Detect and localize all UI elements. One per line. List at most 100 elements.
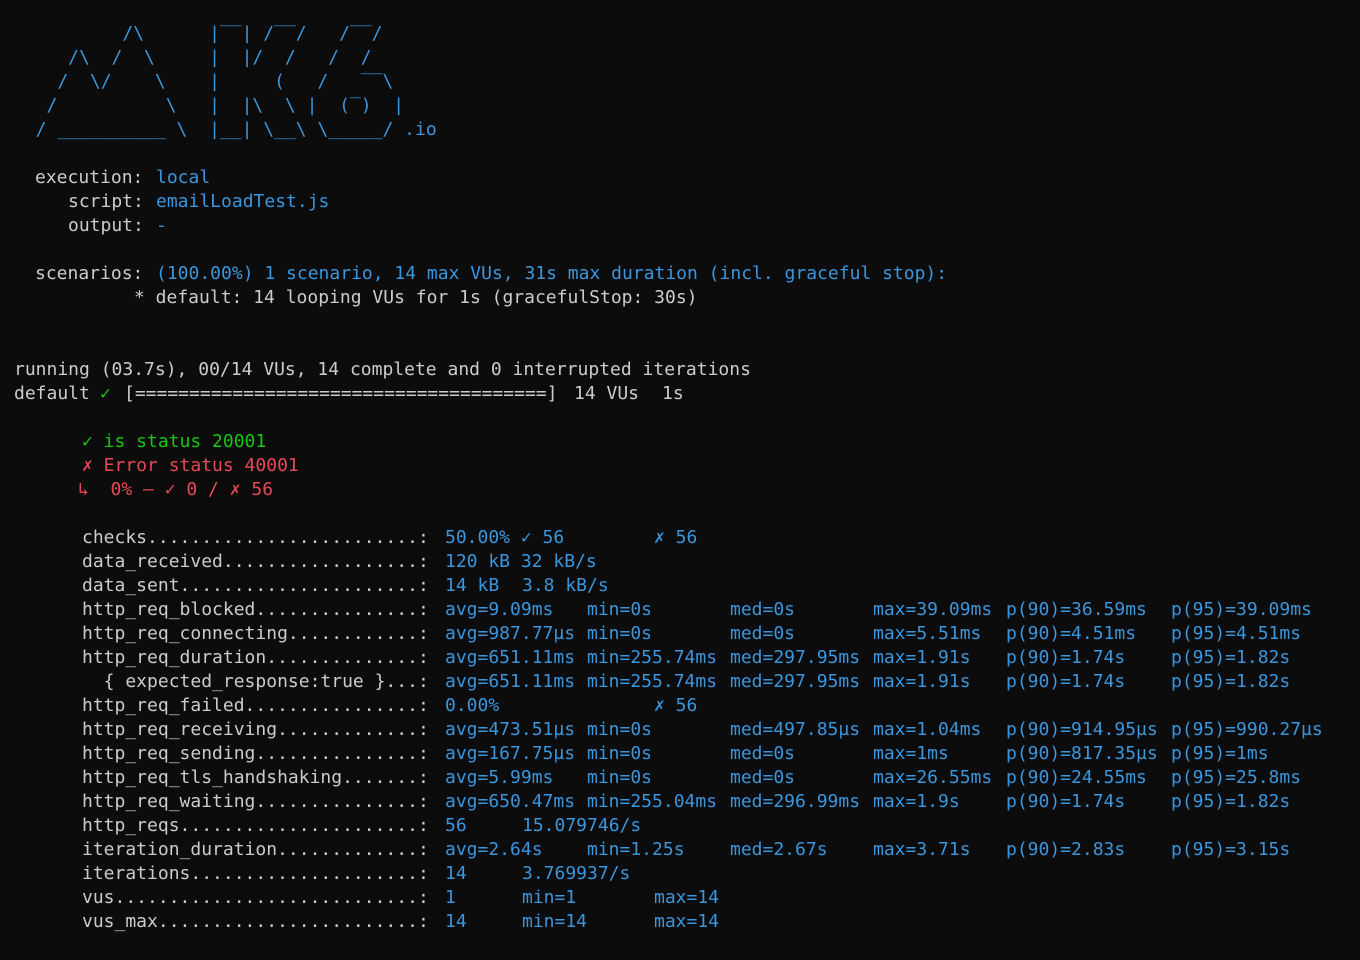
metric-value: p(90)=817.35µs xyxy=(1006,743,1158,764)
metric-value: min=0s xyxy=(587,623,653,644)
metric-value: 50.00% ✓ 56 xyxy=(445,527,565,548)
metric-value: avg=2.64s xyxy=(445,839,543,860)
metric-value: max=5.51ms xyxy=(873,623,982,644)
metric-value: min=0s xyxy=(587,743,653,764)
metric-name: { expected_response:true }...: xyxy=(82,671,429,692)
metric-value: p(95)=1.82s xyxy=(1171,647,1291,668)
metric-name: data_received..................: xyxy=(82,551,429,572)
metric-name: http_req_tls_handshaking.......: xyxy=(82,767,429,788)
metric-value: min=255.74ms xyxy=(587,671,718,692)
metric-name: checks.........................: xyxy=(82,527,429,548)
metric-value: 120 kB 32 kB/s xyxy=(445,551,597,572)
metric-value: p(90)=2.83s xyxy=(1006,839,1126,860)
metric-value: p(95)=1.82s xyxy=(1171,791,1291,812)
metric-value: p(95)=1ms xyxy=(1171,743,1269,764)
metric-value: max=1ms xyxy=(873,743,949,764)
k6-logo-suffix: .io xyxy=(404,119,437,140)
output-value: - xyxy=(156,215,167,236)
metric-value: p(95)=1.82s xyxy=(1171,671,1291,692)
metric-value: min=0s xyxy=(587,599,653,620)
metric-name: vus_max........................: xyxy=(82,911,429,932)
metric-value: p(95)=4.51ms xyxy=(1171,623,1302,644)
metric-value: med=497.85µs xyxy=(730,719,861,740)
metric-value: 14 kB xyxy=(445,575,500,596)
metric-value: max=1.04ms xyxy=(873,719,982,740)
metric-value: avg=650.47ms xyxy=(445,791,576,812)
progress-bar: [======================================] xyxy=(124,383,558,404)
metric-name: data_sent......................: xyxy=(82,575,429,596)
metric-value: p(95)=3.15s xyxy=(1171,839,1291,860)
k6-ascii-logo: /\ |‾‾| /‾‾/ /‾‾/ /\ / \ | |/ / / / / \/… xyxy=(14,22,437,142)
metric-value: min=0s xyxy=(587,767,653,788)
metric-name: http_req_sending...............: xyxy=(82,743,429,764)
progress-duration: 1s xyxy=(662,383,684,404)
metric-value: 14 xyxy=(445,863,467,884)
metric-value: med=297.95ms xyxy=(730,647,861,668)
metric-name: http_req_blocked...............: xyxy=(82,599,429,620)
check-fail-line: ✗ Error status 40001 xyxy=(14,454,299,478)
metric-value: max=3.71s xyxy=(873,839,971,860)
metric-name: http_req_connecting............: xyxy=(82,623,429,644)
script-label: script: xyxy=(68,191,144,212)
metric-value: 1 xyxy=(445,887,456,908)
metric-name: http_req_failed................: xyxy=(82,695,429,716)
scenarios-line: scenarios: (100.00%) 1 scenario, 14 max … xyxy=(14,262,947,286)
check-pass-line: ✓ is status 20001 xyxy=(14,430,266,454)
metric-value: min=1 xyxy=(522,887,577,908)
metric-value: p(90)=1.74s xyxy=(1006,791,1126,812)
check-fail: ✗ Error status 40001 xyxy=(82,455,299,476)
scenario-name: default xyxy=(14,383,90,404)
metric-value: avg=651.11ms xyxy=(445,647,576,668)
metric-value: max=14 xyxy=(654,911,720,932)
metric-value: avg=167.75µs xyxy=(445,743,576,764)
script-value: emailLoadTest.js xyxy=(156,191,330,212)
metric-value: med=0s xyxy=(730,767,796,788)
check-pass: ✓ is status 20001 xyxy=(82,431,267,452)
metric-value: 0.00% xyxy=(445,695,500,716)
metric-value: p(95)=990.27µs xyxy=(1171,719,1323,740)
metric-name: http_req_waiting...............: xyxy=(82,791,429,812)
metric-name: http_req_duration..............: xyxy=(82,647,429,668)
metric-value: max=1.91s xyxy=(873,647,971,668)
metric-value: p(90)=914.95µs xyxy=(1006,719,1158,740)
check-mark-icon: ✓ xyxy=(100,383,111,404)
metric-value: avg=9.09ms xyxy=(445,599,554,620)
running-text: running (03.7s), 00/14 VUs, 14 complete … xyxy=(14,359,751,380)
metric-value: avg=987.77µs xyxy=(445,623,576,644)
check-fail-detail-line: ↳ 0% — ✓ 0 / ✗ 56 xyxy=(14,478,273,502)
metric-value: avg=473.51µs xyxy=(445,719,576,740)
execution-line: execution: local xyxy=(14,166,210,190)
metric-value: 3.8 kB/s xyxy=(522,575,609,596)
check-fail-detail: ↳ 0% — ✓ 0 / ✗ 56 xyxy=(78,479,274,500)
metric-value: p(95)=39.09ms xyxy=(1171,599,1312,620)
metric-name: vus............................: xyxy=(82,887,429,908)
metric-value: 15.079746/s xyxy=(522,815,642,836)
metric-value: p(90)=1.74s xyxy=(1006,647,1126,668)
metric-name: iteration_duration.............: xyxy=(82,839,429,860)
metric-value: ✗ 56 xyxy=(654,695,698,716)
metric-value: avg=651.11ms xyxy=(445,671,576,692)
metric-value: med=0s xyxy=(730,623,796,644)
metric-value: min=14 xyxy=(522,911,588,932)
metric-name: http_req_receiving.............: xyxy=(82,719,429,740)
metric-value: max=14 xyxy=(654,887,720,908)
metric-value: max=1.91s xyxy=(873,671,971,692)
metric-value: med=2.67s xyxy=(730,839,828,860)
output-line: output: - xyxy=(14,214,167,238)
metric-value: 56 xyxy=(445,815,467,836)
metric-value: p(90)=24.55ms xyxy=(1006,767,1147,788)
progress-line: default ✓ [=============================… xyxy=(14,382,684,406)
terminal-window: /\ |‾‾| /‾‾/ /‾‾/ /\ / \ | |/ / / / / \/… xyxy=(0,0,1360,960)
scenario-detail: * default: 14 looping VUs for 1s (gracef… xyxy=(134,287,698,308)
metric-value: min=255.74ms xyxy=(587,647,718,668)
output-label: output: xyxy=(68,215,144,236)
metric-name: http_reqs......................: xyxy=(82,815,429,836)
running-status: running (03.7s), 00/14 VUs, 14 complete … xyxy=(14,358,751,382)
scenarios-value: (100.00%) 1 scenario, 14 max VUs, 31s ma… xyxy=(156,263,948,284)
metric-value: p(90)=36.59ms xyxy=(1006,599,1147,620)
execution-label: execution: xyxy=(35,167,144,188)
metric-name: iterations.....................: xyxy=(82,863,429,884)
scenarios-label: scenarios: xyxy=(35,263,144,284)
metric-value: avg=5.99ms xyxy=(445,767,554,788)
metric-value: max=1.9s xyxy=(873,791,960,812)
